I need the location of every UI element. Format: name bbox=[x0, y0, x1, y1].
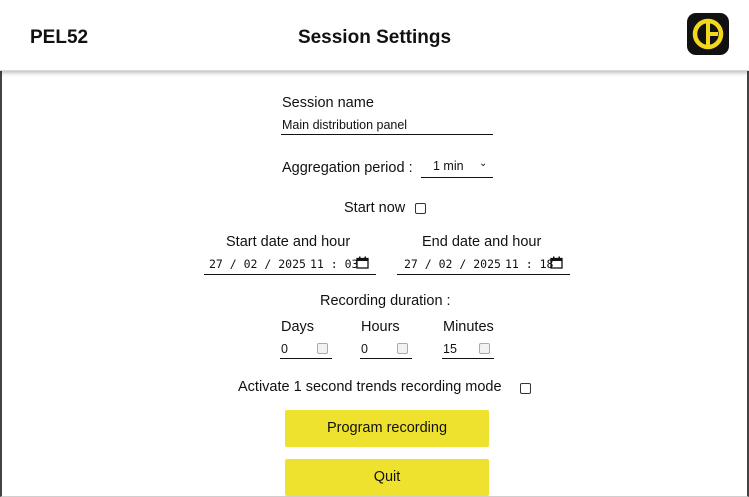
start-now-checkbox[interactable] bbox=[415, 203, 426, 214]
end-time-value: 11 : 18 bbox=[505, 257, 554, 271]
start-time-value: 11 : 03 bbox=[310, 257, 359, 271]
page-title: Session Settings bbox=[297, 27, 452, 48]
end-datetime-input[interactable]: 27 / 02 / 2025 11 : 18 bbox=[397, 253, 570, 275]
hours-value: 0 bbox=[361, 342, 368, 356]
hours-input[interactable]: 0 bbox=[360, 339, 412, 359]
calendar-icon[interactable] bbox=[356, 256, 369, 274]
spinner-icon[interactable] bbox=[479, 343, 490, 354]
aggregation-value: 1 min bbox=[433, 159, 464, 173]
start-now-label: Start now bbox=[344, 200, 406, 216]
chauvin-arnoux-logo-icon bbox=[687, 13, 729, 55]
days-value: 0 bbox=[281, 342, 288, 356]
trends-mode-checkbox[interactable] bbox=[520, 383, 531, 394]
session-name-label: Session name bbox=[282, 95, 374, 111]
program-recording-button[interactable]: Program recording bbox=[285, 410, 489, 447]
app-header: PEL52 Session Settings bbox=[0, 0, 749, 71]
aggregation-select[interactable]: 1 min ⌄ bbox=[421, 157, 493, 178]
hours-label: Hours bbox=[361, 319, 400, 335]
start-datetime-input[interactable]: 27 / 02 / 2025 11 : 03 bbox=[204, 253, 376, 275]
spinner-icon[interactable] bbox=[397, 343, 408, 354]
aggregation-label: Aggregation period : bbox=[282, 160, 413, 176]
end-date-label: End date and hour bbox=[422, 234, 542, 250]
quit-button[interactable]: Quit bbox=[285, 459, 489, 496]
start-date-value: 27 / 02 / 2025 bbox=[209, 257, 306, 271]
days-label: Days bbox=[281, 319, 315, 335]
days-input[interactable]: 0 bbox=[280, 339, 332, 359]
minutes-value: 15 bbox=[443, 342, 457, 356]
session-name-value: Main distribution panel bbox=[282, 118, 408, 132]
start-date-label: Start date and hour bbox=[226, 234, 351, 250]
calendar-icon[interactable] bbox=[550, 256, 563, 274]
chevron-down-icon: ⌄ bbox=[479, 158, 488, 169]
session-name-input[interactable]: Main distribution panel bbox=[281, 116, 493, 135]
recording-duration-label: Recording duration : bbox=[320, 293, 451, 309]
minutes-label: Minutes bbox=[443, 319, 494, 335]
minutes-input[interactable]: 15 bbox=[442, 339, 494, 359]
spinner-icon[interactable] bbox=[317, 343, 328, 354]
trends-mode-label: Activate 1 second trends recording mode bbox=[238, 379, 502, 395]
end-date-value: 27 / 02 / 2025 bbox=[404, 257, 501, 271]
